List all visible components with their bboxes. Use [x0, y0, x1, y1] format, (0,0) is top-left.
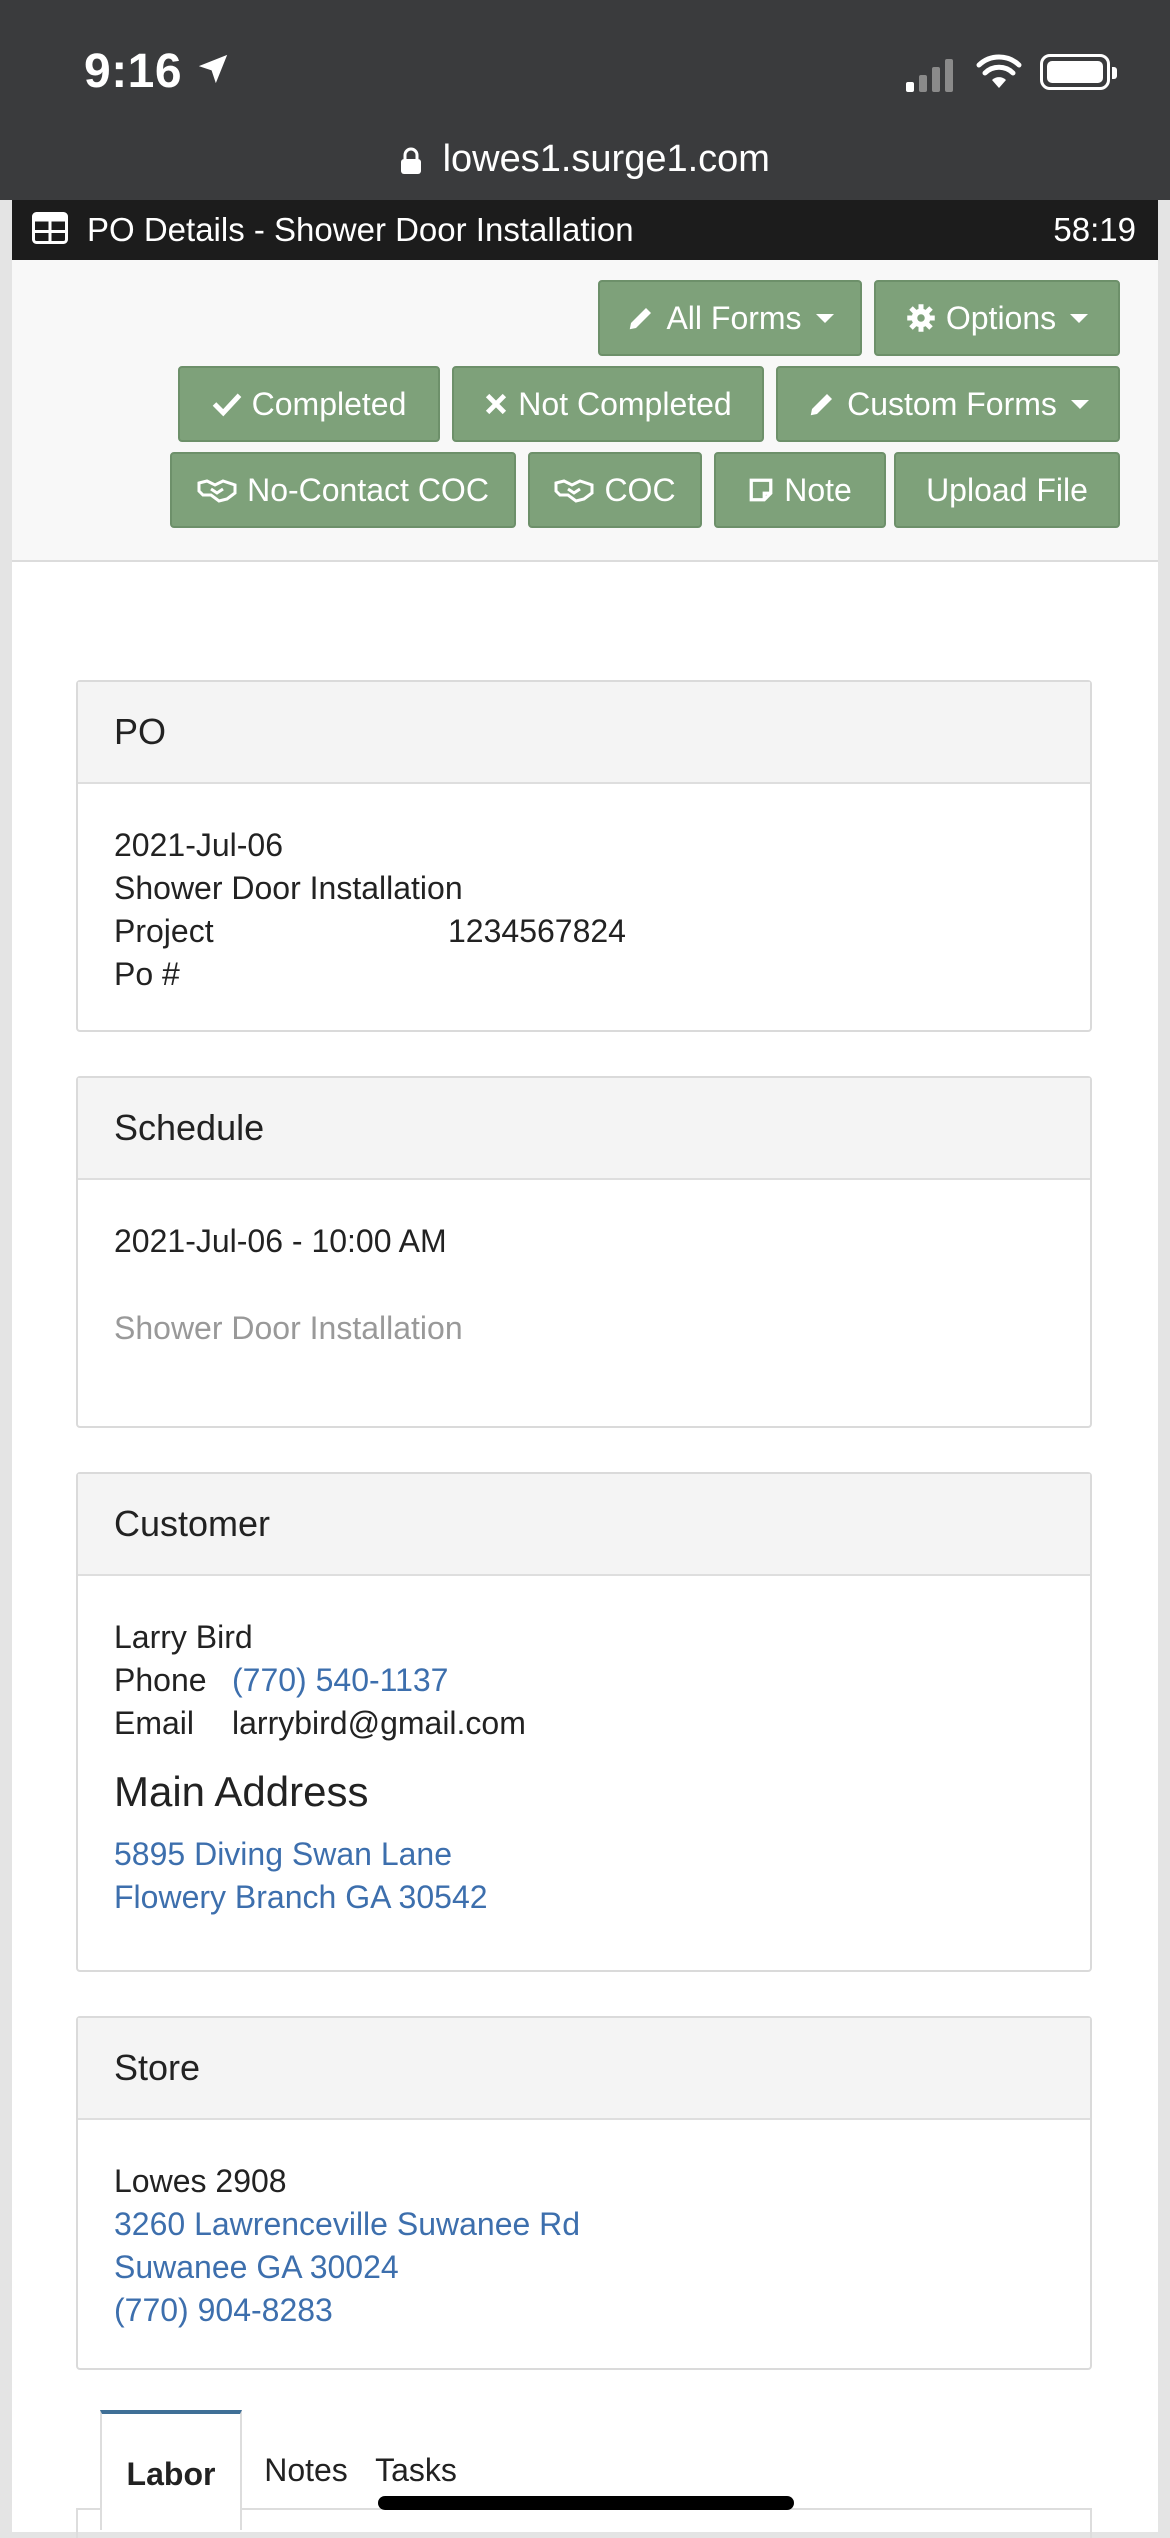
po-card: PO 2021-Jul-06 Shower Door Installation …: [76, 680, 1092, 1032]
coc-button[interactable]: COC: [528, 452, 702, 528]
note-label: Note: [784, 471, 852, 508]
custom-forms-button[interactable]: Custom Forms: [776, 366, 1120, 442]
customer-phone-row: Phone (770) 540-1137: [114, 1659, 1054, 1702]
upload-file-label: Upload File: [926, 471, 1088, 508]
customer-phone-link[interactable]: (770) 540-1137: [232, 1659, 448, 1702]
project-label: Project: [114, 913, 214, 949]
action-toolbar: All Forms Options Completed Not Complete…: [12, 260, 1158, 562]
po-number-row: Po #: [114, 953, 1054, 996]
schedule-datetime: 2021-Jul-06 - 10:00 AM: [114, 1223, 447, 1259]
store-name: Lowes 2908: [114, 2163, 287, 2199]
customer-address-line2[interactable]: Flowery Branch GA 30542: [114, 1876, 1054, 1919]
handshake-icon: [197, 479, 237, 503]
wifi-icon: [976, 54, 1022, 88]
completed-button[interactable]: Completed: [178, 366, 440, 442]
cellular-signal-icon: [906, 58, 953, 92]
email-label: Email: [114, 1705, 195, 1741]
main-address-heading: Main Address: [114, 1768, 369, 1815]
address-bar[interactable]: lowes1.surge1.com: [0, 138, 1170, 181]
store-card: Store Lowes 2908 3260 Lawrenceville Suwa…: [76, 2016, 1092, 2370]
completed-label: Completed: [251, 385, 407, 422]
po-service: Shower Door Installation: [114, 870, 463, 906]
store-card-heading: Store: [78, 2018, 1090, 2120]
session-timer: 58:19: [1053, 211, 1136, 248]
gear-icon: [907, 304, 935, 332]
x-icon: [486, 393, 507, 415]
store-phone-link[interactable]: (770) 904-8283: [114, 2289, 1054, 2332]
page-title: PO Details - Shower Door Installation: [87, 211, 634, 248]
options-label: Options: [945, 299, 1057, 336]
po-details-page: All Forms Options Completed Not Complete…: [12, 260, 1158, 2538]
pencil-icon: [630, 308, 652, 330]
tab-labor[interactable]: Labor: [100, 2410, 242, 2530]
no-contact-coc-label: No-Contact COC: [247, 471, 489, 508]
customer-email-row: Email larrybird@gmail.com: [114, 1702, 1054, 1745]
po-card-heading: PO: [78, 682, 1090, 784]
all-forms-button[interactable]: All Forms: [598, 280, 862, 356]
lock-icon: [401, 147, 422, 174]
schedule-card: Schedule 2021-Jul-06 - 10:00 AM Shower D…: [76, 1076, 1092, 1428]
project-value: 1234567824: [448, 913, 626, 949]
handshake-icon: [554, 479, 594, 503]
project-row: Project 1234567824: [114, 910, 1054, 953]
page-title-bar: PO Details - Shower Door Installation 58…: [12, 200, 1158, 260]
schedule-card-heading: Schedule: [78, 1078, 1090, 1180]
caret-down-icon: [1070, 399, 1089, 409]
store-address-line2[interactable]: Suwanee GA 30024: [114, 2246, 1054, 2289]
detail-tabs: Labor Notes Tasks: [76, 2410, 1092, 2532]
not-completed-button[interactable]: Not Completed: [452, 366, 764, 442]
clock-time: 9:16: [84, 45, 183, 98]
check-icon: [212, 393, 241, 417]
tab-tasks[interactable]: Tasks: [366, 2410, 466, 2530]
not-completed-label: Not Completed: [518, 385, 732, 422]
schedule-description: Shower Door Installation: [114, 1310, 463, 1346]
store-address-line1[interactable]: 3260 Lawrenceville Suwanee Rd: [114, 2203, 1054, 2246]
pencil-icon: [810, 394, 833, 416]
coc-label: COC: [604, 471, 676, 508]
no-contact-coc-button[interactable]: No-Contact COC: [170, 452, 516, 528]
all-forms-label: All Forms: [666, 299, 802, 336]
customer-card-heading: Customer: [78, 1474, 1090, 1576]
phone-label: Phone: [114, 1662, 207, 1698]
url-text: lowes1.surge1.com: [442, 138, 770, 180]
po-date: 2021-Jul-06: [114, 827, 283, 863]
customer-email: larrybird@gmail.com: [232, 1705, 526, 1741]
sticky-note-icon: [749, 478, 773, 502]
custom-forms-label: Custom Forms: [847, 385, 1057, 422]
customer-name: Larry Bird: [114, 1619, 253, 1655]
caret-down-icon: [1070, 313, 1089, 323]
note-button[interactable]: Note: [714, 452, 886, 528]
home-indicator[interactable]: [378, 2496, 794, 2510]
customer-address-line1[interactable]: 5895 Diving Swan Lane: [114, 1833, 1054, 1876]
location-arrow-icon: [198, 54, 228, 84]
table-icon: [32, 212, 68, 244]
po-number-label: Po #: [114, 956, 180, 992]
tab-notes[interactable]: Notes: [256, 2410, 356, 2530]
customer-card: Customer Larry Bird Phone (770) 540-1137…: [76, 1472, 1092, 1972]
options-button[interactable]: Options: [874, 280, 1120, 356]
browser-status-bar: 9:16 lowes1.surge1.com: [0, 0, 1170, 200]
caret-down-icon: [815, 313, 834, 323]
battery-icon: [1040, 54, 1117, 90]
upload-file-button[interactable]: Upload File: [894, 452, 1120, 528]
